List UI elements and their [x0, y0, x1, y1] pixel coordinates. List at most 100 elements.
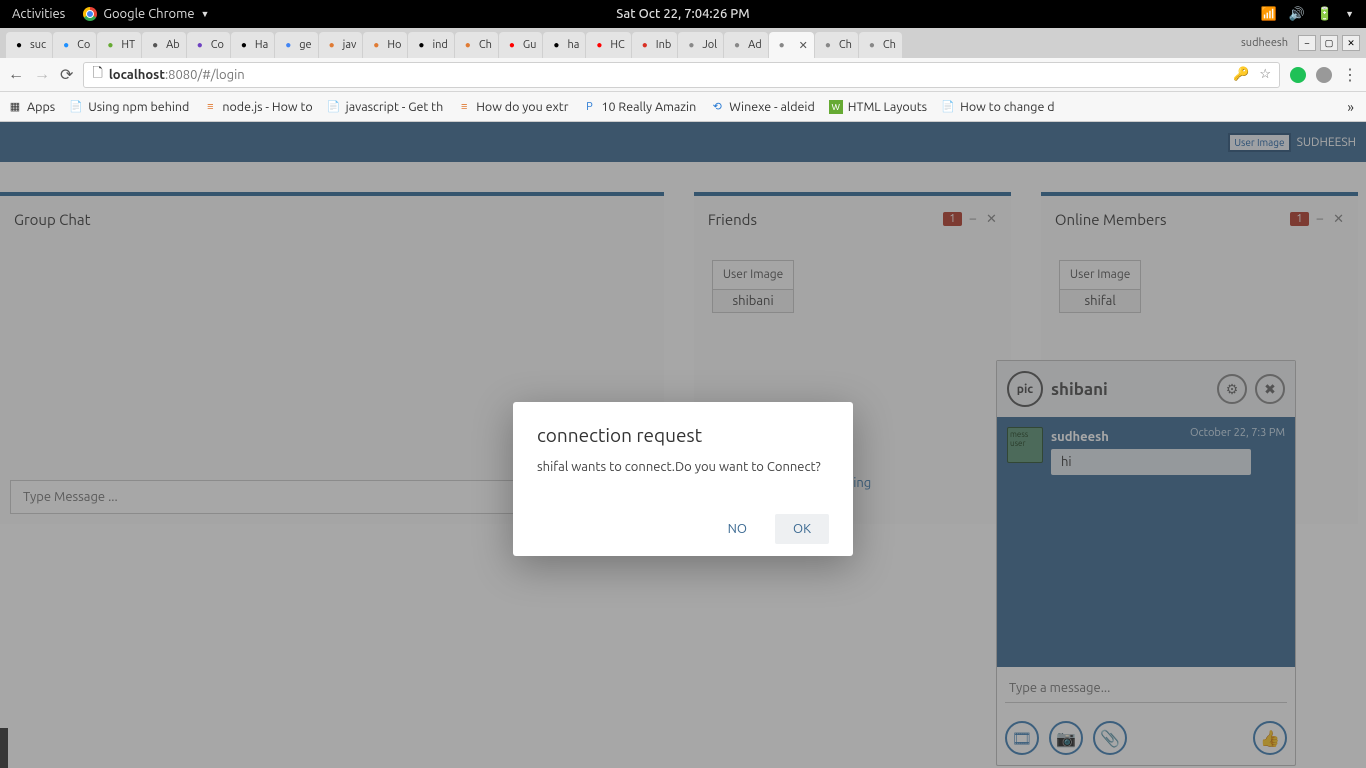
tab-label: suc [30, 39, 46, 51]
chevron-down-icon: ▼ [201, 9, 210, 19]
tab-label: Ch [479, 39, 492, 51]
url-port: :8080 [165, 68, 198, 82]
bookmark-item[interactable]: 📄 How to change d [941, 100, 1054, 114]
page-icon: 📄 [327, 100, 341, 114]
site-icon: w [829, 100, 843, 114]
volume-icon[interactable]: 🔊 [1289, 7, 1305, 22]
browser-tab[interactable]: ●HT [97, 32, 141, 58]
extension-icon-1[interactable] [1290, 67, 1306, 83]
url-path: /#/login [197, 68, 244, 82]
browser-tab[interactable]: ●Co [53, 32, 96, 58]
browser-tab[interactable]: ●suc [6, 32, 52, 58]
tab-label: Jol [702, 39, 717, 51]
chrome-toolbar: ← → ⟳ 🗋 localhost:8080/#/login 🔑 ☆ ⋮ [0, 58, 1366, 92]
tab-label: HT [121, 39, 135, 51]
window-minimize-button[interactable]: – [1298, 35, 1316, 51]
activities-button[interactable]: Activities [12, 7, 65, 21]
tab-label: HC [610, 39, 624, 51]
battery-icon[interactable]: 🔋 [1317, 7, 1333, 22]
forward-button[interactable]: → [34, 65, 50, 84]
browser-tab[interactable]: ●Ch [455, 32, 498, 58]
tab-label: Ch [839, 39, 852, 51]
browser-tab[interactable]: ●Jol [678, 32, 723, 58]
apps-button[interactable]: ▦Apps [8, 100, 55, 114]
tab-label: ha [567, 39, 579, 51]
bookmark-item[interactable]: ≡ How do you extr [457, 100, 568, 114]
url-host: localhost [109, 68, 165, 82]
browser-tab[interactable]: ●jav [319, 32, 363, 58]
chrome-menu-button[interactable]: ⋮ [1342, 65, 1358, 84]
tab-label: Co [211, 39, 224, 51]
dialog-ok-button[interactable]: OK [775, 514, 829, 544]
page-icon: 📄 [941, 100, 955, 114]
connection-request-dialog: connection request shifal wants to conne… [513, 402, 853, 556]
site-icon: ⟲ [710, 100, 724, 114]
browser-tab[interactable]: ●Inb [632, 32, 678, 58]
bookmark-star-icon[interactable]: ☆ [1259, 67, 1271, 82]
browser-tab[interactable]: ●Ch [859, 32, 902, 58]
os-top-bar: Activities Google Chrome ▼ Sat Oct 22, 7… [0, 0, 1366, 28]
dialog-no-button[interactable]: NO [710, 514, 765, 544]
page-icon: 📄 [69, 100, 83, 114]
system-menu-chevron-icon[interactable]: ▼ [1345, 9, 1354, 19]
bookmark-item[interactable]: ⟲Winexe - aldeid [710, 100, 815, 114]
browser-tab[interactable]: ●Ab [142, 32, 186, 58]
bookmark-item[interactable]: 📄 Using npm behind [69, 100, 189, 114]
tab-close-icon[interactable]: ✕ [799, 39, 808, 52]
browser-tab[interactable]: ●ha [543, 32, 585, 58]
bookmark-label: How do you extr [476, 100, 568, 114]
browser-tab[interactable]: ●Ch [815, 32, 858, 58]
page-icon: 🗋 [92, 64, 102, 86]
tab-label: Ad [748, 39, 762, 51]
browser-tab[interactable]: ●Ha [231, 32, 274, 58]
back-button[interactable]: ← [8, 65, 24, 84]
tab-label: Inb [656, 39, 672, 51]
bookmark-label: 10 Really Amazin [601, 100, 696, 114]
tab-label: Ab [166, 39, 180, 51]
browser-tab[interactable]: ●ind [408, 32, 453, 58]
browser-tab[interactable]: ●Gu [499, 32, 543, 58]
key-icon[interactable]: 🔑 [1233, 67, 1249, 82]
bookmarks-bar: ▦Apps 📄 Using npm behind ≡node.js - How t… [0, 92, 1366, 122]
bookmarks-overflow-button[interactable]: » [1347, 99, 1358, 115]
tab-label: Co [77, 39, 90, 51]
bookmark-item[interactable]: ≡node.js - How to [203, 100, 312, 114]
dialog-body: shifal wants to connect.Do you want to C… [537, 460, 829, 474]
bookmark-item[interactable]: P 10 Really Amazin [582, 100, 696, 114]
browser-tab[interactable]: ●✕ [769, 32, 814, 58]
bookmark-item[interactable]: w HTML Layouts [829, 100, 927, 114]
tab-label: Ha [255, 39, 268, 51]
chrome-tab-strip: ●suc●Co●HT●Ab●Co●Ha●ge●jav●Ho●ind●Ch●Gu●… [0, 28, 1366, 58]
bookmark-label: HTML Layouts [848, 100, 927, 114]
dialog-title: connection request [537, 424, 829, 446]
active-app-label: Google Chrome [103, 7, 194, 21]
stackoverflow-icon: ≡ [457, 100, 471, 114]
tab-label: ge [299, 39, 311, 51]
bookmark-label: How to change d [960, 100, 1054, 114]
address-bar[interactable]: 🗋 localhost:8080/#/login 🔑 ☆ [83, 62, 1280, 88]
extension-icon-2[interactable] [1316, 67, 1332, 83]
browser-tab[interactable]: ●Ho [363, 32, 407, 58]
bookmark-item[interactable]: 📄javascript - Get th [327, 100, 444, 114]
window-close-button[interactable]: ✕ [1342, 35, 1360, 51]
browser-tab[interactable]: ●HC [586, 32, 630, 58]
bookmark-label: Using npm behind [88, 100, 189, 114]
tab-label: jav [343, 39, 357, 51]
tab-label: Gu [523, 39, 537, 51]
tab-label: Ch [883, 39, 896, 51]
active-app[interactable]: Google Chrome ▼ [83, 7, 209, 21]
window-maximize-button[interactable]: ▢ [1320, 35, 1338, 51]
clock[interactable]: Sat Oct 22, 7:04:26 PM [616, 7, 749, 21]
tab-label: Ho [387, 39, 401, 51]
tab-label: ind [432, 39, 447, 51]
browser-tab[interactable]: ●ge [275, 32, 317, 58]
stackoverflow-icon: ≡ [203, 100, 217, 114]
browser-tab[interactable]: ●Co [187, 32, 230, 58]
site-icon: P [582, 100, 596, 114]
apps-icon: ▦ [8, 100, 22, 114]
chrome-profile[interactable]: sudheesh [1235, 35, 1294, 51]
wifi-icon[interactable]: 📶 [1261, 7, 1277, 22]
reload-button[interactable]: ⟳ [60, 65, 73, 84]
chrome-icon [83, 7, 97, 21]
browser-tab[interactable]: ●Ad [724, 32, 768, 58]
